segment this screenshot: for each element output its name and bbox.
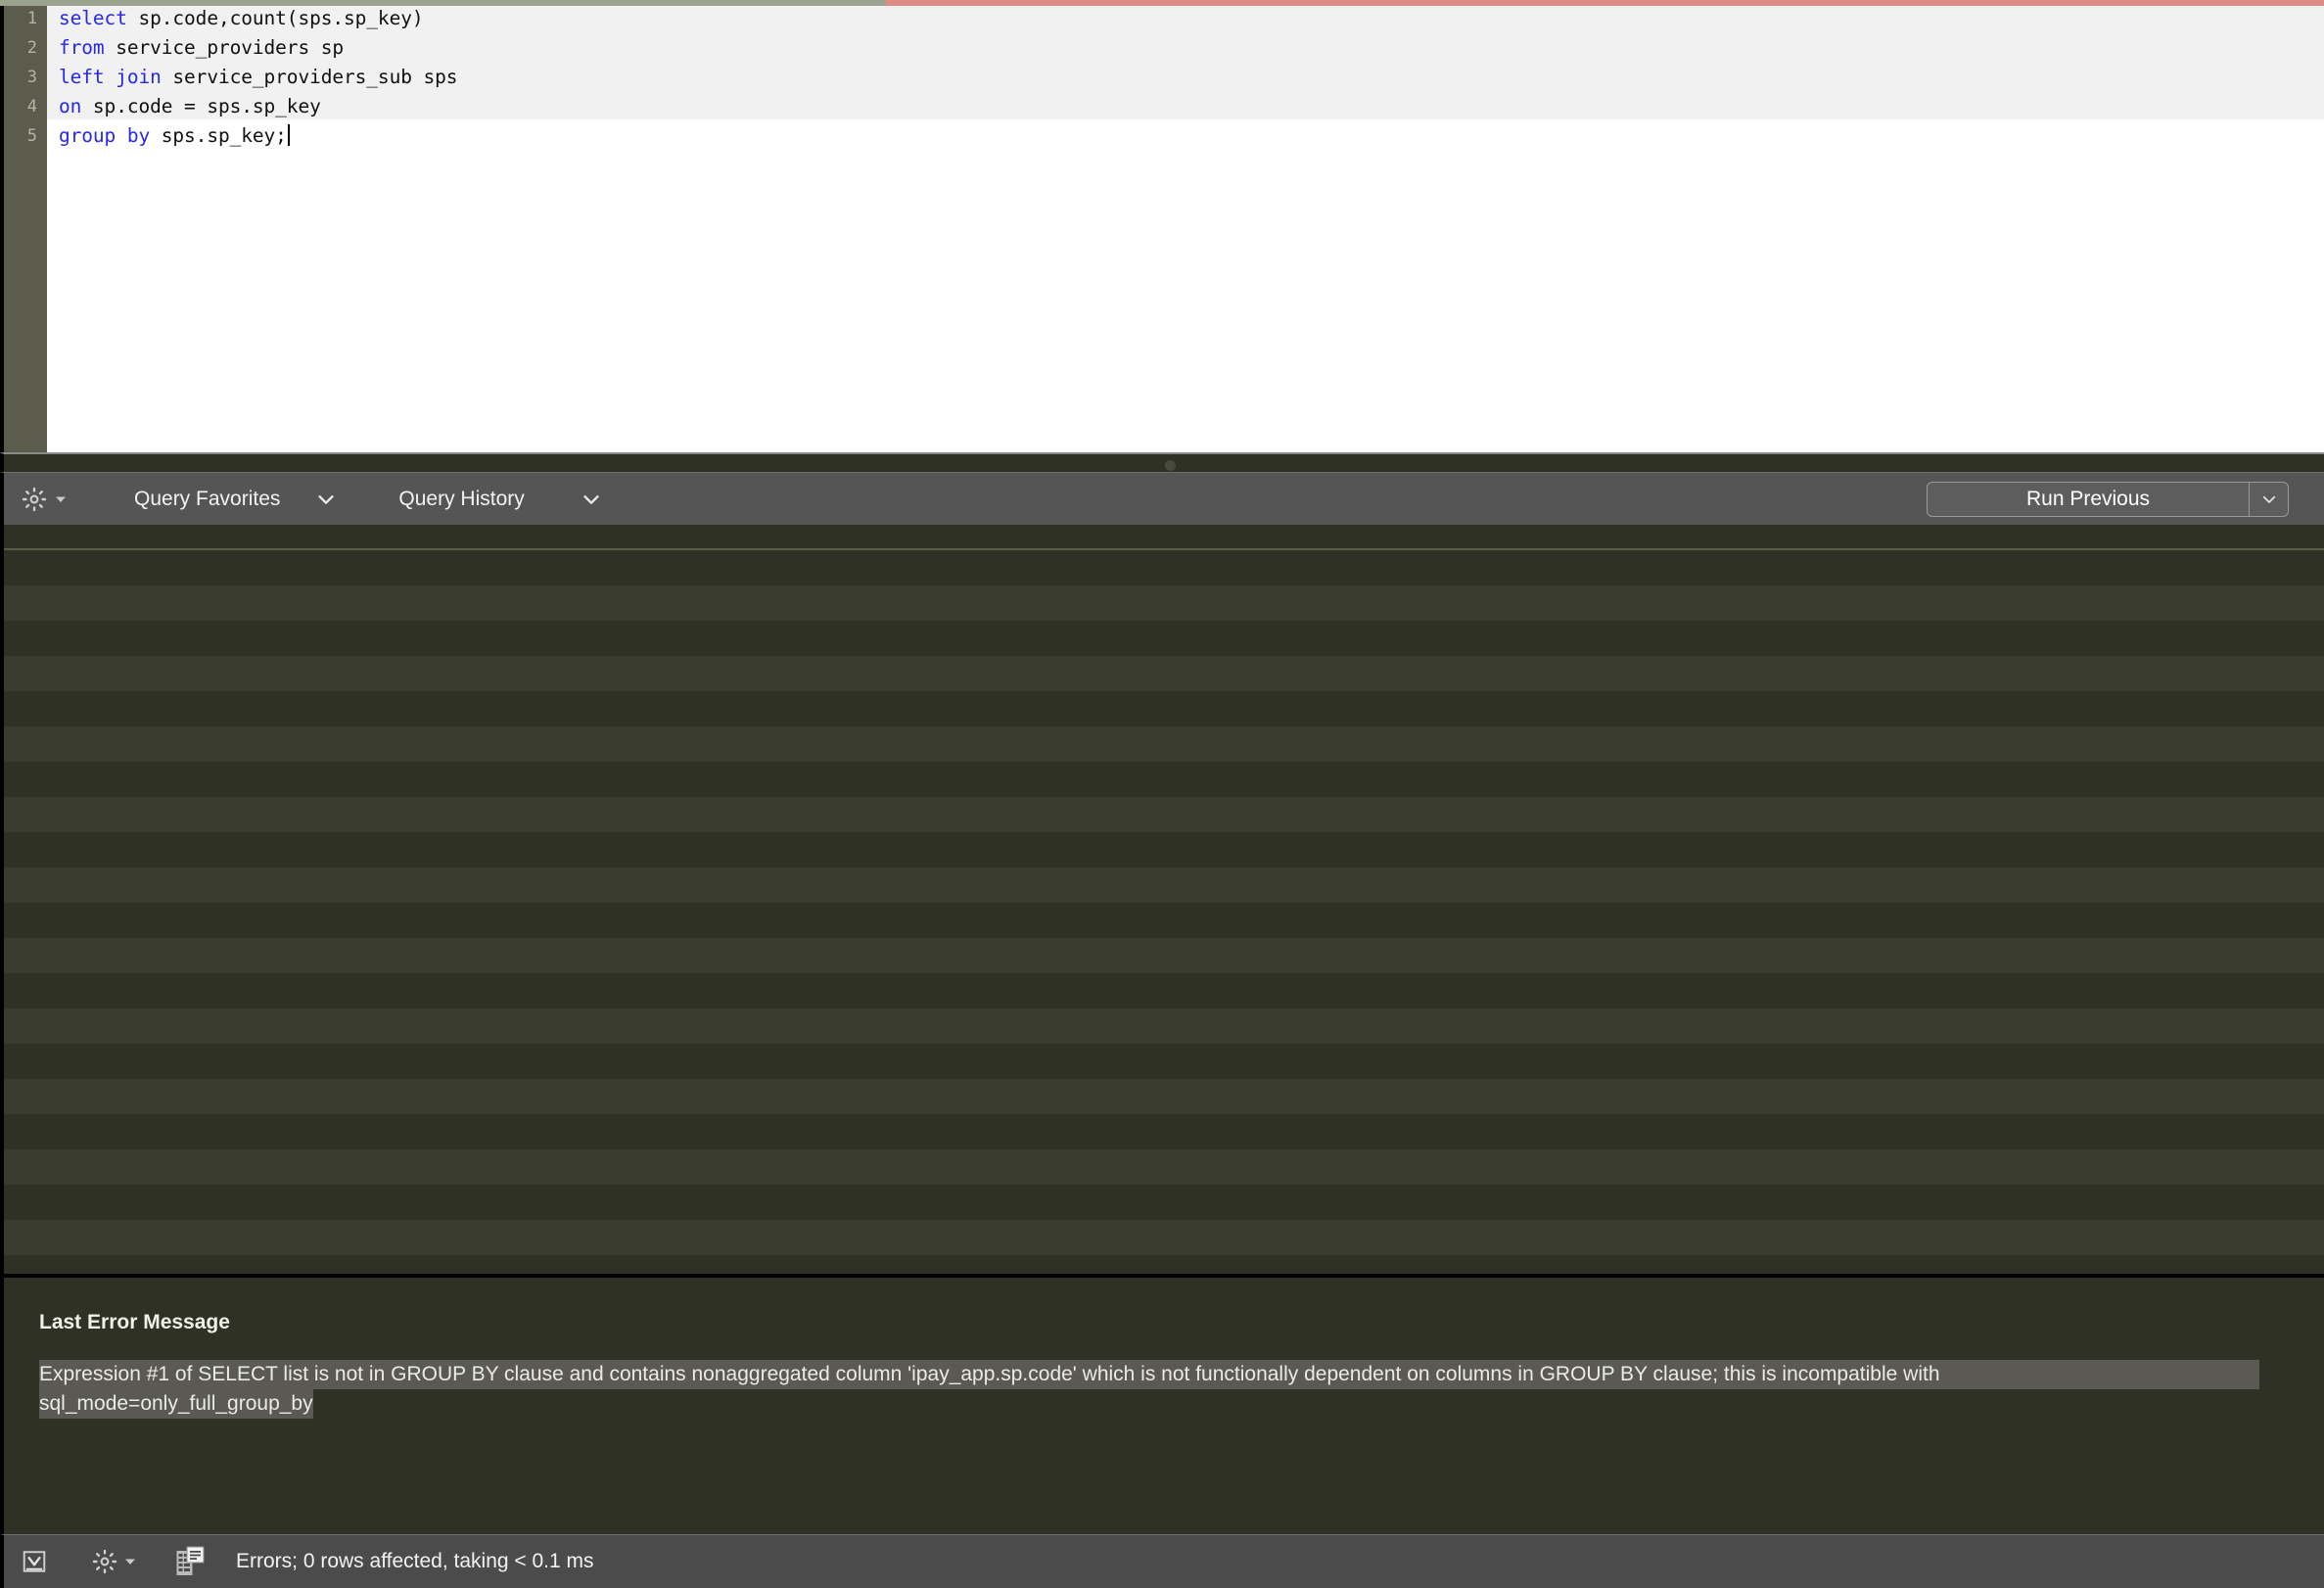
- line-number: 1: [26, 9, 37, 28]
- toolbar-settings-button[interactable]: [22, 487, 69, 512]
- sql-keyword: from: [59, 36, 105, 59]
- sql-text: sps.sp_key;: [150, 124, 287, 147]
- pane-splitter[interactable]: [0, 452, 2324, 472]
- editor-line-number-gutter: 1 2 3 4 5: [4, 0, 47, 453]
- sql-keyword: on: [59, 95, 82, 117]
- results-grid-header-edge: [4, 525, 2324, 550]
- query-favorites-label: Query Favorites: [134, 487, 281, 510]
- run-previous-split-button[interactable]: Run Previous: [1927, 482, 2289, 517]
- code-line: left join service_providers_sub sps: [47, 63, 2324, 92]
- line-number: 4: [26, 97, 37, 117]
- line-number: 2: [26, 38, 37, 58]
- table-row[interactable]: [4, 797, 2324, 832]
- gear-icon: [92, 1549, 117, 1574]
- splitter-grip-handle[interactable]: [1165, 460, 1176, 472]
- table-row[interactable]: [4, 1008, 2324, 1044]
- run-previous-button[interactable]: Run Previous: [1928, 483, 2249, 516]
- sql-editor-pane[interactable]: 1 2 3 4 5 select sp.code,count(sps.sp_ke…: [0, 0, 2324, 453]
- table-row[interactable]: [4, 903, 2324, 938]
- table-row[interactable]: [4, 1079, 2324, 1114]
- table-row[interactable]: [4, 726, 2324, 762]
- status-message: Errors; 0 rows affected, taking < 0.1 ms: [236, 1550, 594, 1572]
- chevron-down-icon: [2262, 495, 2275, 503]
- table-row[interactable]: [4, 832, 2324, 867]
- sql-text: service_providers_sub sps: [161, 66, 458, 88]
- table-row[interactable]: [4, 1044, 2324, 1079]
- code-line: on sp.code = sps.sp_key: [47, 92, 2324, 121]
- query-toolbar: Query Favorites Query History Run Previo…: [0, 472, 2324, 525]
- sql-code-area[interactable]: select sp.code,count(sps.sp_key) from se…: [47, 0, 2324, 453]
- code-lines: select sp.code,count(sps.sp_key) from se…: [47, 0, 2324, 151]
- sql-text: service_providers sp: [104, 36, 345, 59]
- sql-keyword: left join: [59, 66, 162, 88]
- status-bar: Errors; 0 rows affected, taking < 0.1 ms: [0, 1534, 2324, 1588]
- table-row[interactable]: [4, 1149, 2324, 1185]
- table-row[interactable]: [4, 585, 2324, 621]
- table-row[interactable]: [4, 1185, 2324, 1220]
- export-down-icon[interactable]: [22, 1549, 47, 1574]
- code-line: group by sps.sp_key;: [47, 121, 2324, 151]
- table-row[interactable]: [4, 867, 2324, 903]
- query-favorites-menu[interactable]: Query Favorites: [134, 488, 337, 511]
- query-history-menu[interactable]: Query History: [398, 488, 601, 511]
- chevron-down-icon: [56, 496, 66, 502]
- error-message-line: Expression #1 of SELECT list is not in G…: [39, 1360, 2259, 1389]
- code-line: select sp.code,count(sps.sp_key): [47, 4, 2324, 33]
- sql-text: sp.code,count(sps.sp_key): [126, 7, 424, 29]
- results-grid[interactable]: [0, 525, 2324, 1274]
- chevron-down-icon: [125, 1559, 135, 1565]
- line-number: 3: [26, 68, 37, 87]
- error-panel-title: Last Error Message: [39, 1311, 230, 1333]
- table-row[interactable]: [4, 1220, 2324, 1255]
- table-row[interactable]: [4, 550, 2324, 585]
- line-number: 5: [26, 126, 37, 146]
- table-row[interactable]: [4, 1114, 2324, 1149]
- query-history-label: Query History: [398, 487, 525, 510]
- last-error-panel: Last Error Message Expression #1 of SELE…: [0, 1274, 2324, 1534]
- table-row[interactable]: [4, 691, 2324, 726]
- gear-icon: [22, 487, 47, 511]
- code-line: from service_providers sp: [47, 33, 2324, 63]
- grid-document-icon[interactable]: [175, 1546, 205, 1577]
- sql-text: sp.code = sps.sp_key: [81, 95, 321, 117]
- table-row[interactable]: [4, 938, 2324, 973]
- table-row[interactable]: [4, 621, 2324, 656]
- error-message-line: sql_mode=only_full_group_by: [39, 1389, 313, 1419]
- table-row[interactable]: [4, 973, 2324, 1008]
- sql-keyword: select: [59, 7, 127, 29]
- chevron-down-icon: [583, 494, 599, 504]
- text-caret: [287, 124, 290, 146]
- sql-keyword: group by: [59, 124, 151, 147]
- chevron-down-icon: [318, 494, 334, 504]
- table-row[interactable]: [4, 656, 2324, 691]
- sql-query-editor-window: 1 2 3 4 5 select sp.code,count(sps.sp_ke…: [0, 0, 2324, 1588]
- table-row[interactable]: [4, 762, 2324, 797]
- error-message-body[interactable]: Expression #1 of SELECT list is not in G…: [39, 1360, 2289, 1419]
- status-settings-button[interactable]: [92, 1549, 138, 1574]
- run-previous-dropdown-button[interactable]: [2249, 483, 2288, 516]
